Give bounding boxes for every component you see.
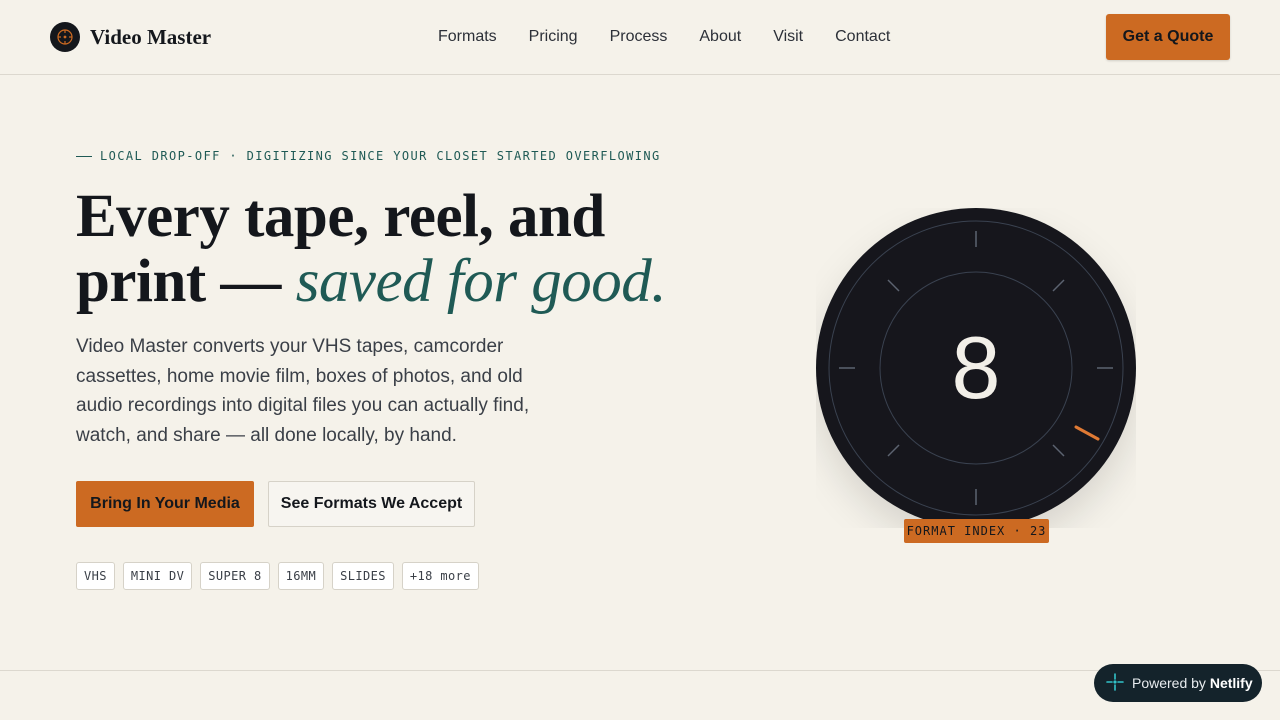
brand-name: Video Master (90, 24, 212, 49)
get-a-quote-button[interactable]: Get a Quote (1106, 14, 1230, 60)
netlify-prefix: Powered by (1132, 675, 1206, 691)
netlify-badge-text: Powered by Netlify (1132, 675, 1253, 691)
format-tag-mini-dv: MINI DV (122, 562, 193, 590)
format-index-label: FORMAT INDEX · 23 (904, 519, 1049, 543)
nav-links: Formats Pricing Process About Visit Cont… (438, 28, 890, 46)
format-tags: VHS MINI DV SUPER 8 16MM SLIDES +18 more (76, 562, 479, 590)
nav-link-pricing[interactable]: Pricing (529, 28, 578, 46)
bring-in-your-media-button[interactable]: Bring In Your Media (76, 481, 254, 527)
dial-number: 8 (951, 318, 1001, 417)
nav-link-formats[interactable]: Formats (438, 28, 497, 46)
hero-lead-paragraph: Video Master converts your VHS tapes, ca… (76, 336, 530, 447)
eyebrow-text: LOCAL DROP-OFF · DIGITIZING SINCE YOUR C… (100, 149, 661, 163)
headline-accent: saved for good. (295, 248, 667, 315)
see-formats-button[interactable]: See Formats We Accept (268, 481, 475, 527)
format-tag-more[interactable]: +18 more (401, 562, 479, 590)
format-tag-slides: SLIDES (332, 562, 394, 590)
format-dial: 8 (816, 208, 1136, 528)
section-divider (0, 670, 1280, 671)
eyebrow-dash (76, 155, 92, 157)
netlify-brand: Netlify (1209, 675, 1253, 691)
headline-line-2: print — (76, 248, 281, 315)
nav-link-about[interactable]: About (699, 28, 741, 46)
format-tag-super-8: SUPER 8 (200, 562, 270, 590)
powered-by-netlify-badge[interactable]: Powered by Netlify (1094, 664, 1262, 702)
netlify-icon (1106, 672, 1124, 694)
format-tag-vhs: VHS (76, 562, 115, 590)
hero-headline: Every tape, reel, and print — saved for … (76, 183, 667, 315)
top-navigation: Video Master Formats Pricing Process Abo… (0, 0, 1280, 75)
crosshair-dial-icon (50, 22, 80, 52)
nav-link-contact[interactable]: Contact (835, 28, 890, 46)
headline-line-1: Every tape, reel, and (76, 183, 605, 250)
hero-eyebrow: LOCAL DROP-OFF · DIGITIZING SINCE YOUR C… (76, 149, 661, 163)
nav-link-visit[interactable]: Visit (773, 28, 803, 46)
nav-link-process[interactable]: Process (610, 28, 668, 46)
format-tag-16mm: 16MM (277, 562, 325, 590)
brand-home-link[interactable]: Video Master (50, 22, 211, 52)
